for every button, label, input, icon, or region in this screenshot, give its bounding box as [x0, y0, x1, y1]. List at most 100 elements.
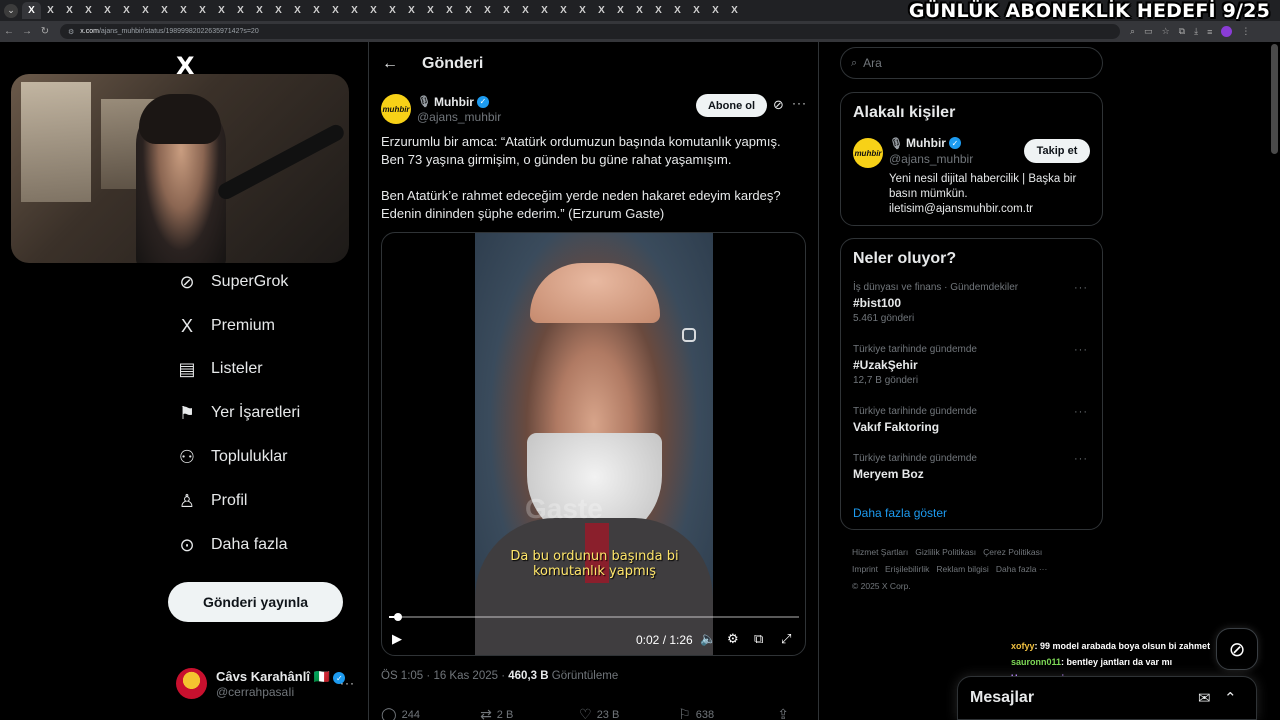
sidebar-item-daha-fazla[interactable]: ⊙ Daha fazla: [177, 530, 287, 560]
browser-tab[interactable]: X: [79, 2, 98, 19]
fullscreen-icon[interactable]: ⤢: [781, 631, 791, 647]
browser-tab[interactable]: X: [630, 2, 649, 19]
browser-tab[interactable]: X: [421, 2, 440, 19]
post-more-icon[interactable]: ···: [792, 96, 807, 110]
tab-groups-icon[interactable]: ≡: [1207, 27, 1212, 37]
browser-tab[interactable]: X: [117, 2, 136, 19]
video-scrubber-handle[interactable]: [394, 613, 403, 621]
page-scrollbar[interactable]: [1271, 44, 1278, 154]
browser-tab[interactable]: X: [668, 2, 687, 19]
back-arrow-icon[interactable]: ←: [382, 55, 402, 73]
browser-tab[interactable]: X: [307, 2, 326, 19]
footer-link[interactable]: Hizmet Şartları: [852, 547, 908, 557]
messages-drawer[interactable]: Mesajlar ✉ ⌃: [957, 676, 1257, 720]
browser-tab[interactable]: X: [706, 2, 725, 19]
trend-more-icon[interactable]: ···: [1074, 406, 1088, 418]
post-time[interactable]: ÖS 1:05: [381, 670, 423, 682]
profile-avatar[interactable]: [1221, 26, 1233, 37]
picture-in-picture-icon[interactable]: ⧉: [754, 631, 763, 647]
browser-tab[interactable]: X: [592, 2, 611, 19]
browser-tab[interactable]: X: [288, 2, 307, 19]
footer-link[interactable]: Çerez Politikası: [983, 547, 1042, 557]
browser-tab[interactable]: X: [193, 2, 212, 19]
browser-tab[interactable]: X: [573, 2, 592, 19]
post-button[interactable]: Gönderi yayınla: [168, 582, 343, 622]
browser-tab[interactable]: X: [440, 2, 459, 19]
sidebar-item-profil[interactable]: ♙ Profil: [177, 486, 248, 516]
browser-tab[interactable]: X: [174, 2, 193, 19]
related-name[interactable]: 🎙 Muhbir ✓: [889, 136, 961, 150]
play-icon[interactable]: ▶: [392, 631, 402, 647]
browser-tab[interactable]: X: [231, 2, 250, 19]
author-name[interactable]: 🎙 Muhbir ✓: [417, 95, 501, 109]
cast-icon[interactable]: ▭: [1144, 26, 1153, 37]
site-info-icon[interactable]: ⚙: [68, 28, 74, 36]
trend-more-icon[interactable]: ···: [1074, 282, 1088, 294]
forward-arrow-icon[interactable]: →: [18, 26, 36, 37]
browser-tab[interactable]: X: [535, 2, 554, 19]
like-button[interactable]: ♡ 23 B: [579, 706, 678, 720]
footer-link[interactable]: Imprint: [852, 564, 878, 574]
browser-tab[interactable]: X: [136, 2, 155, 19]
browser-tab[interactable]: X: [687, 2, 706, 19]
browser-tab[interactable]: X: [41, 2, 60, 19]
reload-icon[interactable]: ↻: [36, 26, 54, 37]
bookmark-button[interactable]: ⚐ 638: [678, 706, 777, 720]
extensions-icon[interactable]: ⧉: [1179, 26, 1185, 37]
footer-link[interactable]: Reklam bilgisi: [936, 564, 988, 574]
trend-more-icon[interactable]: ···: [1074, 344, 1088, 356]
browser-tab[interactable]: X: [402, 2, 421, 19]
footer-link[interactable]: Daha fazla ···: [996, 564, 1048, 574]
browser-tab[interactable]: X: [383, 2, 402, 19]
post-date[interactable]: 16 Kas 2025: [433, 670, 498, 682]
author-avatar[interactable]: muhbir: [381, 94, 411, 124]
video-progress-bar[interactable]: [389, 613, 799, 621]
account-switcher[interactable]: Câvs Karahânlî 🇮🇹 ✓ @cerrahpasaIi ···: [176, 668, 356, 699]
follow-button[interactable]: Takip et: [1024, 139, 1090, 163]
sidebar-item-premium[interactable]: X Premium: [177, 311, 275, 341]
browser-tab[interactable]: X: [60, 2, 79, 19]
sidebar-item-yer-i-aretleri[interactable]: ⚑ Yer İşaretleri: [177, 398, 300, 428]
sidebar-item-supergrok[interactable]: ⊘ SuperGrok: [177, 267, 288, 297]
back-arrow-icon[interactable]: ←: [0, 26, 18, 37]
trend-item[interactable]: İş dünyası ve finans · Gündemdekiler #bis…: [853, 282, 1090, 344]
share-button[interactable]: ⇪: [777, 706, 807, 720]
related-person[interactable]: muhbir 🎙 Muhbir ✓ @ajans_muhbir Takip et Y…: [853, 136, 1090, 220]
footer-link[interactable]: Gizlilik Politikası: [915, 547, 976, 557]
footer-link[interactable]: Erişilebilirlik: [885, 564, 929, 574]
repost-button[interactable]: ⇄ 2 B: [480, 706, 579, 720]
search-input[interactable]: ⌕ Ara: [840, 47, 1103, 79]
subscribe-button[interactable]: Abone ol: [696, 94, 767, 117]
trend-item[interactable]: Türkiye tarihinde gündemde #UzakŞehir 12,7…: [853, 344, 1090, 406]
download-icon[interactable]: ⤓: [1194, 26, 1198, 37]
trend-item[interactable]: Türkiye tarihinde gündemde Meryem Boz ···: [853, 453, 1090, 500]
trend-more-icon[interactable]: ···: [1074, 453, 1088, 465]
sidebar-item-topluluklar[interactable]: ⚇ Topluluklar: [177, 442, 288, 472]
browser-tab[interactable]: X: [155, 2, 174, 19]
author-handle[interactable]: @ajans_muhbir: [417, 110, 501, 124]
browser-tab[interactable]: X: [345, 2, 364, 19]
browser-tab[interactable]: X: [269, 2, 288, 19]
browser-tab[interactable]: X: [516, 2, 535, 19]
browser-tab[interactable]: X: [22, 2, 41, 19]
reply-button[interactable]: ◯ 244: [381, 706, 480, 720]
browser-tab[interactable]: X: [554, 2, 573, 19]
zoom-icon[interactable]: ⌕: [1130, 26, 1135, 37]
address-bar[interactable]: ⚙ x.com/ajans_muhbir/status/198999820226…: [60, 24, 1120, 39]
browser-tab[interactable]: X: [459, 2, 478, 19]
volume-icon[interactable]: 🔈: [700, 631, 716, 647]
browser-tab[interactable]: X: [611, 2, 630, 19]
expand-chevron-icon[interactable]: ⌃: [1224, 689, 1237, 707]
browser-tab[interactable]: X: [649, 2, 668, 19]
browser-tab[interactable]: X: [497, 2, 516, 19]
trend-item[interactable]: Türkiye tarihinde gündemde Vakıf Faktorin…: [853, 406, 1090, 453]
tab-search-icon[interactable]: ⌄: [4, 3, 18, 18]
related-avatar[interactable]: muhbir: [853, 138, 883, 168]
new-message-icon[interactable]: ✉: [1198, 689, 1211, 707]
browser-tab[interactable]: X: [98, 2, 117, 19]
browser-tab[interactable]: X: [478, 2, 497, 19]
settings-gear-icon[interactable]: ⚙: [727, 631, 739, 647]
browser-tab[interactable]: X: [364, 2, 383, 19]
browser-tab[interactable]: X: [250, 2, 269, 19]
browser-tab[interactable]: X: [725, 2, 744, 19]
